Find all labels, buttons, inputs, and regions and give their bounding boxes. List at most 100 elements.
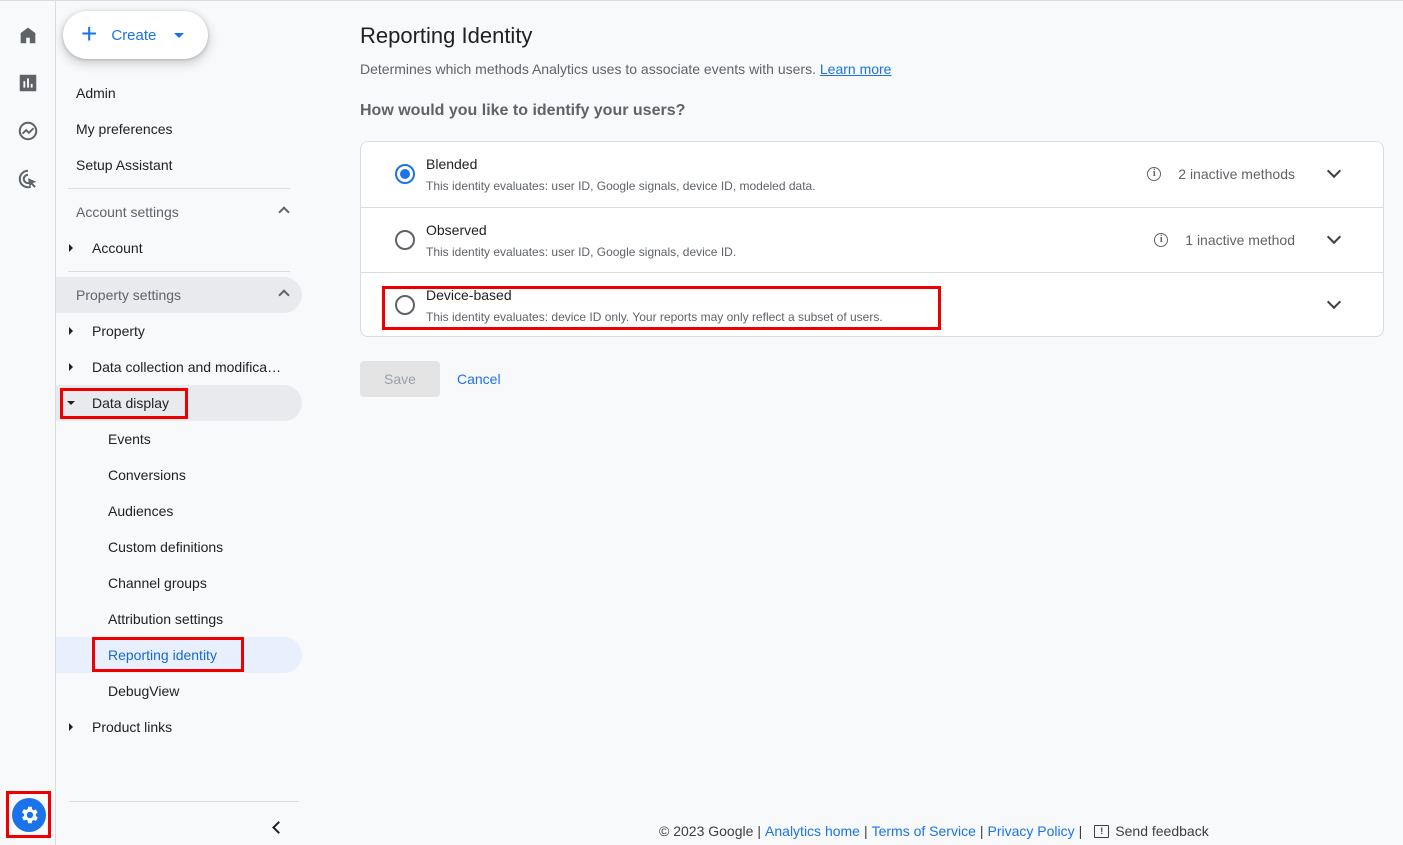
option-description: This identity evaluates: device ID only.… xyxy=(426,310,883,324)
info-icon[interactable]: i xyxy=(1147,167,1162,181)
property-settings-section[interactable]: Property settings xyxy=(56,277,302,313)
nav-item-label: Data collection and modifica… xyxy=(92,359,282,375)
nav-divider xyxy=(69,801,299,802)
chevron-down-icon[interactable] xyxy=(1326,229,1342,245)
nav-item-label: Conversions xyxy=(108,467,186,483)
admin-highlight-box xyxy=(6,791,51,838)
nav-item-label: Attribution settings xyxy=(108,611,224,627)
chevron-left-icon xyxy=(271,820,285,834)
identity-options-list: Blended This identity evaluates: user ID… xyxy=(360,141,1384,337)
nav-item-reporting-identity[interactable]: Reporting identity xyxy=(56,637,302,673)
create-button[interactable]: + Create xyxy=(63,11,208,59)
page-title: Reporting Identity xyxy=(360,23,533,48)
nav-item-label: Reporting identity xyxy=(108,647,217,663)
option-description: This identity evaluates: user ID, Google… xyxy=(426,245,737,259)
nav-item-admin[interactable]: Admin xyxy=(56,75,302,111)
expand-triangle-icon xyxy=(69,723,73,731)
page-description: Determines which methods Analytics uses … xyxy=(360,61,891,77)
inactive-methods-count: 1 inactive method xyxy=(1185,232,1295,248)
explore-trend-icon[interactable] xyxy=(16,119,40,143)
home-icon[interactable] xyxy=(16,23,40,47)
nav-item-attribution-settings[interactable]: Attribution settings xyxy=(56,601,302,637)
nav-item-channel-groups[interactable]: Channel groups xyxy=(56,565,302,601)
nav-item-label: Property xyxy=(92,323,145,339)
footer: © 2023 Google | Analytics home | Terms o… xyxy=(659,823,1209,839)
collapse-nav-button[interactable] xyxy=(268,817,285,837)
nav-item-data-collection[interactable]: Data collection and modifica… xyxy=(56,349,302,385)
nav-item-conversions[interactable]: Conversions xyxy=(56,457,302,493)
option-title: Device-based xyxy=(426,287,512,303)
send-feedback-label: Send feedback xyxy=(1115,823,1209,839)
privacy-policy-link[interactable]: Privacy Policy xyxy=(988,823,1075,839)
nav-item-label: Events xyxy=(108,431,151,447)
option-meta: i 2 inactive methods xyxy=(1147,166,1295,182)
chevron-down-icon[interactable] xyxy=(1326,163,1342,179)
chevron-down-icon[interactable] xyxy=(1326,294,1342,310)
nav-item-property[interactable]: Property xyxy=(56,313,302,349)
nav-item-data-display[interactable]: Data display xyxy=(56,385,302,421)
nav-item-setup-assistant[interactable]: Setup Assistant xyxy=(56,147,302,183)
expand-triangle-icon xyxy=(69,327,73,335)
footer-separator: | xyxy=(757,823,762,839)
nav-item-label: DebugView xyxy=(108,683,180,699)
nav-item-custom-definitions[interactable]: Custom definitions xyxy=(56,529,302,565)
radio-blended[interactable] xyxy=(395,164,415,184)
radio-device-based[interactable] xyxy=(395,295,415,315)
terms-of-service-link[interactable]: Terms of Service xyxy=(872,823,976,839)
target-cursor-icon[interactable] xyxy=(16,167,40,191)
analytics-home-link[interactable]: Analytics home xyxy=(765,823,860,839)
section-label: Account settings xyxy=(76,204,179,220)
option-device-based[interactable]: Device-based This identity evaluates: de… xyxy=(361,272,1383,337)
radio-observed[interactable] xyxy=(395,230,415,250)
nav-item-label: Setup Assistant xyxy=(76,157,173,173)
nav-item-account[interactable]: Account xyxy=(56,230,302,266)
nav-item-label: Channel groups xyxy=(108,575,207,591)
footer-separator: | xyxy=(979,823,984,839)
footer-separator: | xyxy=(1078,823,1083,839)
info-icon[interactable]: i xyxy=(1154,233,1169,247)
nav-item-label: Product links xyxy=(92,719,173,735)
save-button[interactable]: Save xyxy=(360,361,440,397)
send-feedback-button[interactable]: ! Send feedback xyxy=(1086,823,1209,839)
description-text: Determines which methods Analytics uses … xyxy=(360,61,816,77)
option-meta: i 1 inactive method xyxy=(1154,232,1295,248)
learn-more-link[interactable]: Learn more xyxy=(820,61,892,77)
section-label: Property settings xyxy=(76,287,182,303)
nav-item-label: Audiences xyxy=(108,503,174,519)
footer-separator: | xyxy=(863,823,868,839)
collapse-triangle-icon xyxy=(67,401,75,405)
expand-triangle-icon xyxy=(69,363,73,371)
copyright: © 2023 Google xyxy=(659,823,754,839)
account-settings-section[interactable]: Account settings xyxy=(56,194,302,230)
nav-divider xyxy=(68,271,290,272)
cancel-button[interactable]: Cancel xyxy=(457,371,501,387)
feedback-icon: ! xyxy=(1094,824,1110,838)
bar-chart-icon[interactable] xyxy=(16,71,40,95)
nav-item-label: Admin xyxy=(76,85,116,101)
option-blended[interactable]: Blended This identity evaluates: user ID… xyxy=(361,142,1383,207)
nav-item-debugview[interactable]: DebugView xyxy=(56,673,302,709)
chevron-up-icon xyxy=(278,206,290,218)
nav-divider xyxy=(68,188,290,189)
option-title: Observed xyxy=(426,222,487,238)
option-description: This identity evaluates: user ID, Google… xyxy=(426,179,816,193)
caret-down-icon xyxy=(174,32,185,38)
nav-item-audiences[interactable]: Audiences xyxy=(56,493,302,529)
admin-gear-button[interactable] xyxy=(11,797,46,832)
nav-item-label: Account xyxy=(92,240,143,256)
nav-item-my-preferences[interactable]: My preferences xyxy=(56,111,302,147)
nav-item-product-links[interactable]: Product links xyxy=(56,709,302,745)
nav-item-label: Custom definitions xyxy=(108,539,224,555)
expand-triangle-icon xyxy=(69,244,73,252)
left-rail xyxy=(0,1,56,845)
inactive-methods-count: 2 inactive methods xyxy=(1178,166,1295,182)
admin-nav-panel: + Create Admin My preferences Setup Assi… xyxy=(56,1,306,845)
option-title: Blended xyxy=(426,156,478,172)
nav-item-label: Data display xyxy=(92,395,170,411)
nav-item-events[interactable]: Events xyxy=(56,421,302,457)
option-observed[interactable]: Observed This identity evaluates: user I… xyxy=(361,207,1383,272)
gear-icon xyxy=(21,806,38,823)
plus-icon: + xyxy=(81,17,98,49)
nav-item-label: My preferences xyxy=(76,121,173,137)
chevron-up-icon xyxy=(278,289,290,301)
